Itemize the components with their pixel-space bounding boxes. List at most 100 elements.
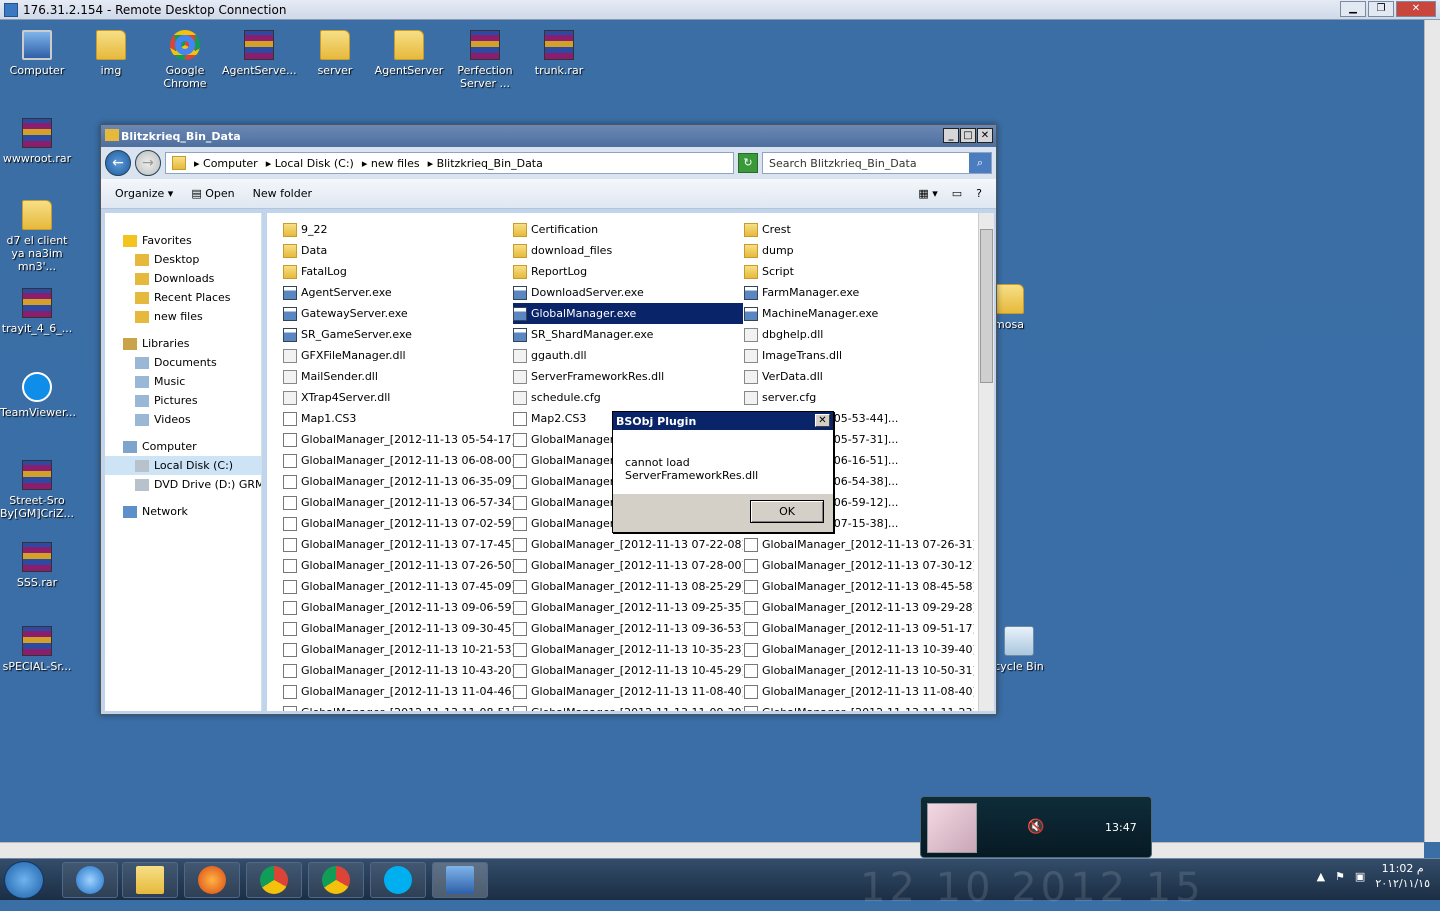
file-item[interactable]: schedule.cfg xyxy=(513,387,743,408)
nav-item[interactable]: Desktop xyxy=(105,250,261,269)
file-item[interactable]: GlobalManager_[2012-11-13 11-09-30]... xyxy=(513,702,743,711)
file-item[interactable]: GatewayServer.exe xyxy=(283,303,513,324)
desktop-icon[interactable]: Street-Sro By[GM]CriZ... xyxy=(0,460,74,520)
file-item[interactable]: GlobalManager_[2012-11-13 08-25-29]... xyxy=(513,576,743,597)
desktop-icon[interactable]: trunk.rar xyxy=(522,30,596,77)
file-item[interactable]: MachineManager.exe xyxy=(744,303,974,324)
file-item[interactable]: ImageTrans.dll xyxy=(744,345,974,366)
desktop-icon[interactable]: SSS.rar xyxy=(0,542,74,589)
ok-button[interactable]: OK xyxy=(750,500,824,523)
desktop-icon[interactable]: Computer xyxy=(0,30,74,77)
desktop-icon[interactable]: TeamViewer... xyxy=(0,372,76,419)
nav-computer[interactable]: Computer xyxy=(105,437,261,456)
file-item[interactable]: MailSender.dll xyxy=(283,366,513,387)
explorer-close-button[interactable]: ✕ xyxy=(977,128,993,143)
breadcrumb-item[interactable]: ▸ Blitzkrieq_Bin_Data xyxy=(428,157,543,170)
file-item[interactable]: XTrap4Server.dll xyxy=(283,387,513,408)
explorer-title-bar[interactable]: Blitzkrieq_Bin_Data _ □ ✕ xyxy=(101,125,996,147)
file-item[interactable]: dbghelp.dll xyxy=(744,324,974,345)
taskbar-rdp[interactable] xyxy=(432,862,488,898)
search-input[interactable]: Search Blitzkrieq_Bin_Data ⌕ xyxy=(762,152,992,174)
rdp-vertical-scrollbar[interactable] xyxy=(1424,20,1440,842)
file-item[interactable]: GlobalManager_[2012-11-13 10-39-40]... xyxy=(744,639,974,660)
file-item[interactable]: FatalLog xyxy=(283,261,513,282)
file-item[interactable]: GlobalManager_[2012-11-13 10-50-31]... xyxy=(744,660,974,681)
file-item[interactable]: GlobalManager_[2012-11-13 11-08-40]... xyxy=(513,681,743,702)
file-item[interactable]: GlobalManager_[2012-11-13 07-45-09]... xyxy=(283,576,513,597)
breadcrumb-item[interactable]: ▸ Local Disk (C:) xyxy=(266,157,354,170)
scroll-thumb[interactable] xyxy=(980,229,993,383)
flag-icon[interactable]: ⚑ xyxy=(1335,870,1345,883)
network-icon[interactable]: ▣ xyxy=(1355,870,1365,883)
file-item[interactable]: Map1.CS3 xyxy=(283,408,513,429)
start-button[interactable] xyxy=(4,861,44,899)
file-item[interactable]: GlobalManager_[2012-11-13 09-25-35]... xyxy=(513,597,743,618)
file-item[interactable]: GlobalManager.exe xyxy=(513,303,743,324)
file-list-scrollbar[interactable] xyxy=(978,213,994,711)
file-item[interactable]: ReportLog xyxy=(513,261,743,282)
desktop-icon[interactable]: server xyxy=(298,30,372,77)
file-item[interactable]: ggauth.dll xyxy=(513,345,743,366)
new-folder-button[interactable]: New folder xyxy=(253,187,312,200)
back-button[interactable]: ← xyxy=(105,150,131,176)
file-item[interactable]: FarmManager.exe xyxy=(744,282,974,303)
nav-item[interactable]: Recent Places xyxy=(105,288,261,307)
search-icon[interactable]: ⌕ xyxy=(969,153,991,173)
taskbar-explorer[interactable] xyxy=(122,862,178,898)
explorer-minimize-button[interactable]: _ xyxy=(943,128,959,143)
file-item[interactable]: GlobalManager_[2012-11-13 10-35-23]... xyxy=(513,639,743,660)
breadcrumb-item[interactable]: ▸ Computer xyxy=(194,157,258,170)
dialog-close-button[interactable]: ✕ xyxy=(815,414,830,427)
nav-item[interactable]: Downloads xyxy=(105,269,261,288)
taskbar-skype[interactable] xyxy=(370,862,426,898)
file-item[interactable]: GlobalManager_[2012-11-13 11-11-23]... xyxy=(744,702,974,711)
file-item[interactable]: GlobalManager_[2012-11-13 07-26-50]... xyxy=(283,555,513,576)
file-item[interactable]: GlobalManager_[2012-11-13 11-04-46]... xyxy=(283,681,513,702)
taskbar-chrome-2[interactable] xyxy=(308,862,364,898)
nav-item[interactable]: Videos xyxy=(105,410,261,429)
close-button[interactable]: ✕ xyxy=(1396,1,1436,17)
desktop-icon[interactable]: AgentServer xyxy=(372,30,446,77)
file-item[interactable]: GlobalManager_[2012-11-13 09-29-28]... xyxy=(744,597,974,618)
file-item[interactable]: GlobalManager_[2012-11-13 07-02-59]... xyxy=(283,513,513,534)
file-item[interactable]: GlobalManager_[2012-11-13 11-08-51]... xyxy=(283,702,513,711)
nav-drive[interactable]: Local Disk (C:) xyxy=(105,456,261,475)
desktop-icon[interactable]: AgentServe... xyxy=(222,30,297,77)
file-item[interactable]: Crest xyxy=(744,219,974,240)
file-item[interactable]: GlobalManager_[2012-11-13 07-26-31]... xyxy=(744,534,974,555)
file-item[interactable]: GlobalManager_[2012-11-13 07-17-45]... xyxy=(283,534,513,555)
minimize-button[interactable]: ▁ xyxy=(1340,1,1366,17)
file-item[interactable]: SR_GameServer.exe xyxy=(283,324,513,345)
file-item[interactable]: GlobalManager_[2012-11-13 07-30-12]... xyxy=(744,555,974,576)
file-item[interactable]: Data xyxy=(283,240,513,261)
desktop-icon[interactable]: Google Chrome xyxy=(148,30,222,90)
file-item[interactable]: download_files xyxy=(513,240,743,261)
forward-button[interactable]: → xyxy=(135,150,161,176)
file-item[interactable]: AgentServer.exe xyxy=(283,282,513,303)
file-item[interactable]: DownloadServer.exe xyxy=(513,282,743,303)
rdp-horizontal-scrollbar[interactable] xyxy=(0,842,1424,858)
desktop-icon[interactable]: sPECIAL-Sr... xyxy=(0,626,74,673)
file-item[interactable]: GlobalManager_[2012-11-13 05-54-17]... xyxy=(283,429,513,450)
nav-item[interactable]: new files xyxy=(105,307,261,326)
nav-item[interactable]: Pictures xyxy=(105,391,261,410)
file-item[interactable]: GlobalManager_[2012-11-13 08-45-58]... xyxy=(744,576,974,597)
file-item[interactable]: GlobalManager_[2012-11-13 09-36-53]... xyxy=(513,618,743,639)
file-item[interactable]: GlobalManager_[2012-11-13 07-22-08]... xyxy=(513,534,743,555)
open-button[interactable]: ▤ Open xyxy=(191,187,234,200)
help-icon[interactable]: ? xyxy=(976,187,982,200)
organize-button[interactable]: Organize ▾ xyxy=(115,187,173,200)
file-item[interactable]: dump xyxy=(744,240,974,261)
file-item[interactable]: GlobalManager_[2012-11-13 10-43-20]... xyxy=(283,660,513,681)
refresh-button[interactable]: ↻ xyxy=(738,153,758,173)
nav-libraries[interactable]: Libraries xyxy=(105,334,261,353)
file-item[interactable]: 9_22 xyxy=(283,219,513,240)
file-item[interactable]: VerData.dll xyxy=(744,366,974,387)
taskbar-chrome-1[interactable] xyxy=(246,862,302,898)
nav-item[interactable]: Music xyxy=(105,372,261,391)
breadcrumb-item[interactable]: ▸ new files xyxy=(362,157,420,170)
explorer-maximize-button[interactable]: □ xyxy=(960,128,976,143)
file-item[interactable]: ServerFrameworkRes.dll xyxy=(513,366,743,387)
file-item[interactable]: GlobalManager_[2012-11-13 09-06-59]... xyxy=(283,597,513,618)
file-item[interactable]: GlobalManager_[2012-11-13 10-45-29]... xyxy=(513,660,743,681)
